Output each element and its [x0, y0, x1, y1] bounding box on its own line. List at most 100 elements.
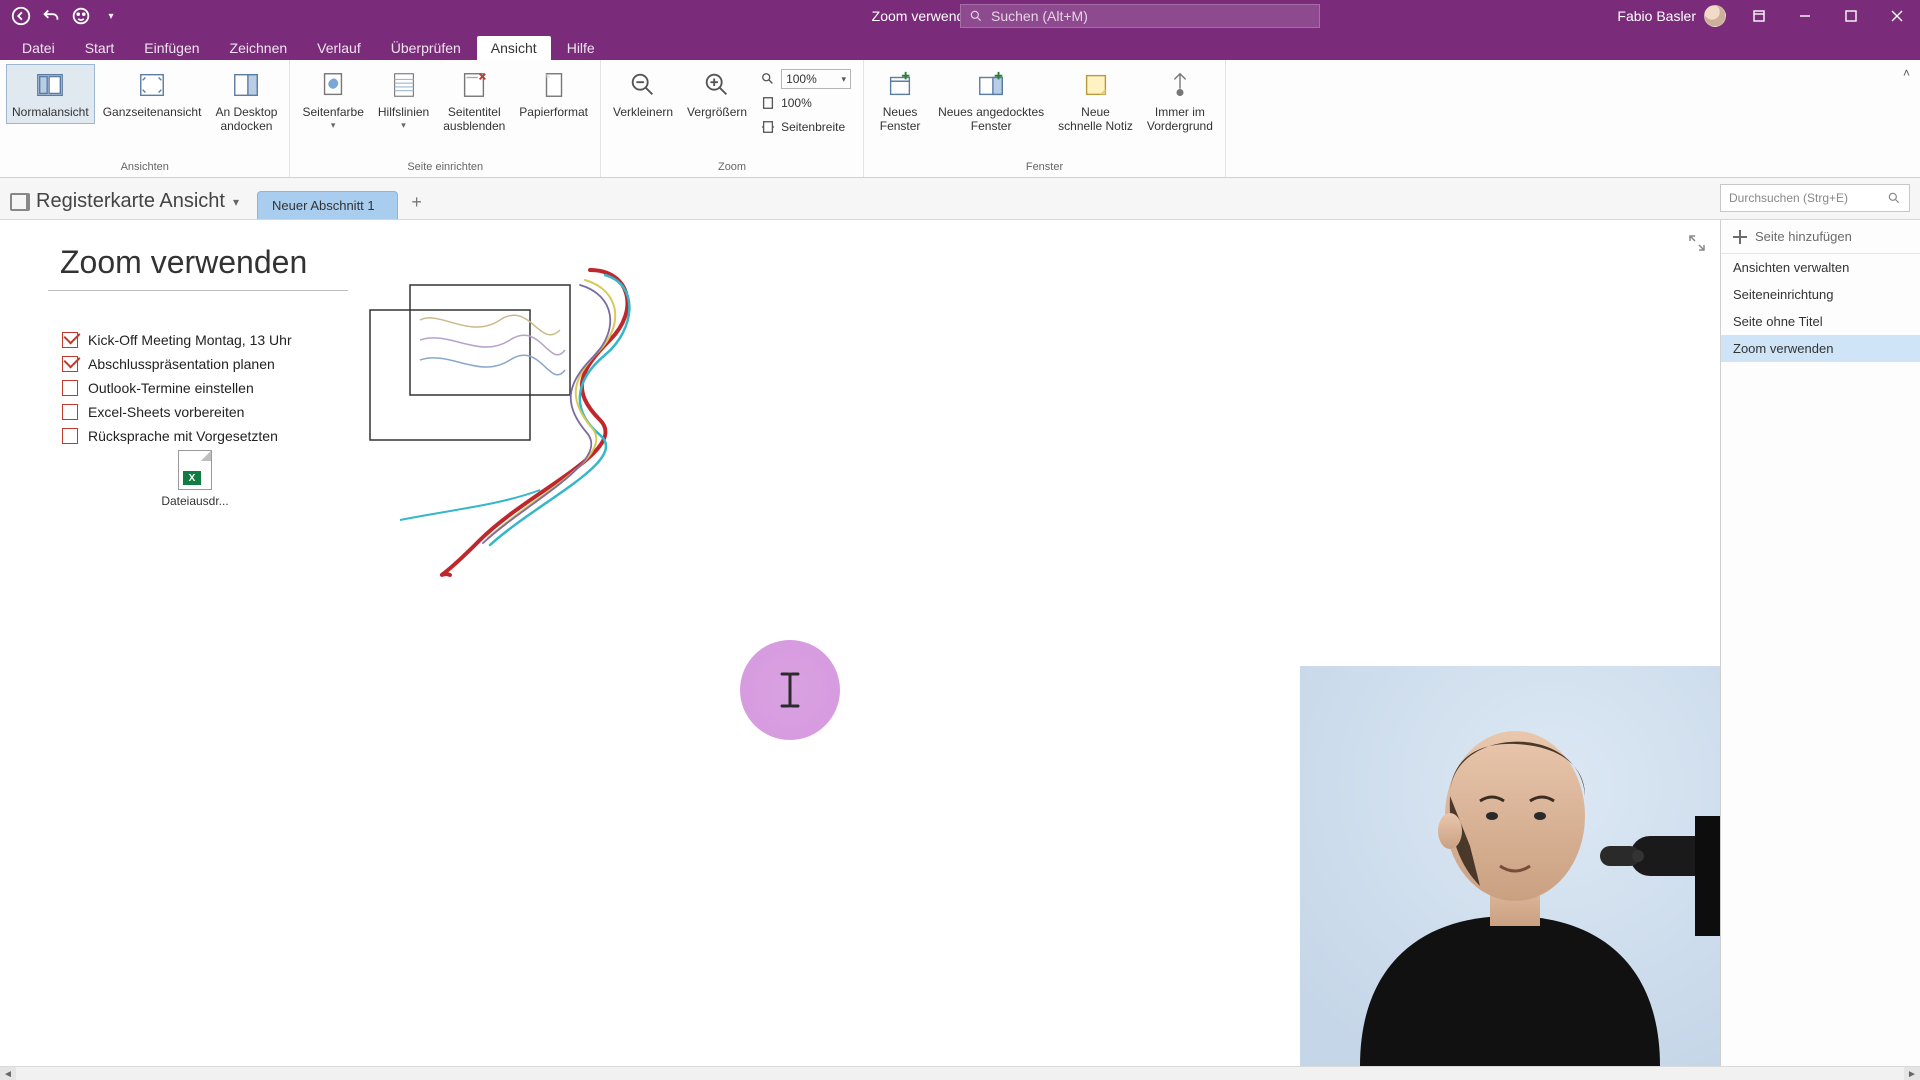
- normal-view-icon: [33, 68, 67, 102]
- neues-fenster-button[interactable]: Neues Fenster: [870, 64, 930, 138]
- tab-ansicht[interactable]: Ansicht: [477, 36, 551, 60]
- list-item[interactable]: Rücksprache mit Vorgesetzten: [62, 424, 292, 448]
- page-list-item[interactable]: Seite ohne Titel: [1721, 308, 1920, 335]
- checkbox-icon[interactable]: [62, 332, 78, 348]
- expand-page-icon[interactable]: [1688, 234, 1706, 252]
- ribbon-tab-strip: Datei Start Einfügen Zeichnen Verlauf Üb…: [0, 32, 1920, 60]
- notebook-icon: [10, 193, 28, 211]
- search-placeholder: Suchen (Alt+M): [991, 8, 1088, 24]
- touch-mode-button[interactable]: [70, 5, 92, 27]
- new-docked-window-icon: [974, 68, 1008, 102]
- qat-customize-button[interactable]: ▾: [100, 5, 122, 27]
- seitenfarbe-button[interactable]: Seitenfarbe ▾: [296, 64, 369, 134]
- zoom-100-button[interactable]: 100%: [761, 92, 851, 114]
- quick-note-icon: [1079, 68, 1113, 102]
- notebook-picker[interactable]: Registerkarte Ansicht ▾: [10, 190, 239, 219]
- page-color-icon: [316, 68, 350, 102]
- page-list-item[interactable]: Seiteneinrichtung: [1721, 281, 1920, 308]
- list-item[interactable]: Excel-Sheets vorbereiten: [62, 400, 292, 424]
- page-title[interactable]: Zoom verwenden: [60, 244, 307, 285]
- seitentitel-ausblenden-button[interactable]: Seitentitel ausblenden: [437, 64, 511, 138]
- scroll-left-button[interactable]: ◄: [0, 1067, 16, 1080]
- neues-angedocktes-fenster-button[interactable]: Neues angedocktes Fenster: [932, 64, 1050, 138]
- minimize-button[interactable]: [1782, 0, 1828, 32]
- back-button[interactable]: [10, 5, 32, 27]
- ribbon-display-options[interactable]: [1736, 0, 1782, 32]
- tab-zeichnen[interactable]: Zeichnen: [216, 36, 302, 60]
- attachment-label: Dateiausdr...: [150, 494, 240, 508]
- page-width-icon: [761, 120, 775, 134]
- notebook-name: Registerkarte Ansicht: [36, 190, 225, 213]
- dock-to-desktop-icon: [229, 68, 263, 102]
- seitenbreite-button[interactable]: Seitenbreite: [761, 116, 851, 138]
- ribbon-group-fenster: Neues Fenster Neues angedocktes Fenster …: [864, 60, 1226, 177]
- horizontal-scrollbar[interactable]: ◄ ►: [0, 1066, 1920, 1080]
- group-label-ansichten: Ansichten: [121, 161, 169, 175]
- new-window-icon: [883, 68, 917, 102]
- vergroessern-button[interactable]: Vergrößern: [681, 64, 753, 124]
- page-list-item[interactable]: Ansichten verwalten: [1721, 254, 1920, 281]
- zoom-percent-combo[interactable]: 100% ▾: [781, 69, 851, 89]
- neue-schnelle-notiz-button[interactable]: Neue schnelle Notiz: [1052, 64, 1139, 138]
- tab-verlauf[interactable]: Verlauf: [303, 36, 375, 60]
- page-canvas[interactable]: Zoom verwenden Kick-Off Meeting Montag, …: [0, 220, 1720, 1066]
- list-item[interactable]: Outlook-Termine einstellen: [62, 376, 292, 400]
- main-area: Zoom verwenden Kick-Off Meeting Montag, …: [0, 220, 1920, 1066]
- checkbox-icon[interactable]: [62, 404, 78, 420]
- checkbox-icon[interactable]: [62, 380, 78, 396]
- presenter-webcam: [1300, 666, 1720, 1066]
- verkleinern-button[interactable]: Verkleinern: [607, 64, 679, 124]
- zoom-in-icon: [700, 68, 734, 102]
- zoom-out-icon: [626, 68, 660, 102]
- scroll-right-button[interactable]: ►: [1904, 1067, 1920, 1080]
- hide-page-title-icon: [457, 68, 491, 102]
- ganzseitenansicht-button[interactable]: Ganzseitenansicht: [97, 64, 208, 124]
- hilfslinien-button[interactable]: Hilfslinien ▾: [372, 64, 435, 134]
- page-list-panel: Seite hinzufügen Ansichten verwalten Sei…: [1720, 220, 1920, 1066]
- cursor-highlight: [740, 640, 840, 740]
- zoom-options: 100% ▾ 100% Seitenbreite: [755, 64, 857, 142]
- close-button[interactable]: [1874, 0, 1920, 32]
- file-attachment[interactable]: X Dateiausdr...: [150, 450, 240, 508]
- plus-icon: [1733, 230, 1747, 244]
- chevron-down-icon: ▾: [401, 120, 406, 130]
- group-label-fenster: Fenster: [1026, 161, 1063, 175]
- tab-datei[interactable]: Datei: [8, 36, 69, 60]
- page-list-item[interactable]: Zoom verwenden: [1721, 335, 1920, 362]
- zoom-icon: [761, 72, 775, 86]
- checkbox-icon[interactable]: [62, 428, 78, 444]
- tab-ueberpruefen[interactable]: Überprüfen: [377, 36, 475, 60]
- tab-einfuegen[interactable]: Einfügen: [130, 36, 213, 60]
- list-item[interactable]: Kick-Off Meeting Montag, 13 Uhr: [62, 328, 292, 352]
- chevron-down-icon: ▾: [842, 74, 847, 85]
- immer-im-vordergrund-button[interactable]: Immer im Vordergrund: [1141, 64, 1219, 138]
- page-search-placeholder: Durchsuchen (Strg+E): [1729, 191, 1848, 205]
- chevron-down-icon: ▾: [331, 120, 336, 130]
- title-bar: ▾ Zoom verwenden - OneNote Suchen (Alt+M…: [0, 0, 1920, 32]
- add-page-button[interactable]: Seite hinzufügen: [1721, 220, 1920, 254]
- tab-hilfe[interactable]: Hilfe: [553, 36, 609, 60]
- ribbon-group-zoom: Verkleinern Vergrößern 100% ▾: [601, 60, 864, 177]
- ink-drawing: [330, 260, 710, 580]
- always-on-top-icon: [1163, 68, 1197, 102]
- checklist: Kick-Off Meeting Montag, 13 Uhr Abschlus…: [62, 328, 292, 448]
- chevron-down-icon: ▾: [233, 195, 239, 209]
- section-tab[interactable]: Neuer Abschnitt 1: [257, 191, 398, 219]
- maximize-button[interactable]: [1828, 0, 1874, 32]
- ribbon: Normalansicht Ganzseitenansicht An Deskt…: [0, 60, 1920, 178]
- undo-button[interactable]: [40, 5, 62, 27]
- list-item[interactable]: Abschlusspräsentation planen: [62, 352, 292, 376]
- papierformat-button[interactable]: Papierformat: [513, 64, 594, 124]
- add-section-button[interactable]: +: [404, 189, 430, 215]
- normalansicht-button[interactable]: Normalansicht: [6, 64, 95, 124]
- user-account[interactable]: Fabio Basler: [1607, 5, 1736, 27]
- an-desktop-andocken-button[interactable]: An Desktop andocken: [209, 64, 283, 138]
- avatar: [1704, 5, 1726, 27]
- search-box[interactable]: Suchen (Alt+M): [960, 4, 1320, 28]
- page-search-box[interactable]: Durchsuchen (Strg+E): [1720, 184, 1910, 212]
- paper-size-icon: [537, 68, 571, 102]
- tab-start[interactable]: Start: [71, 36, 129, 60]
- collapse-ribbon-button[interactable]: ˄: [1903, 66, 1910, 80]
- full-page-view-icon: [135, 68, 169, 102]
- checkbox-icon[interactable]: [62, 356, 78, 372]
